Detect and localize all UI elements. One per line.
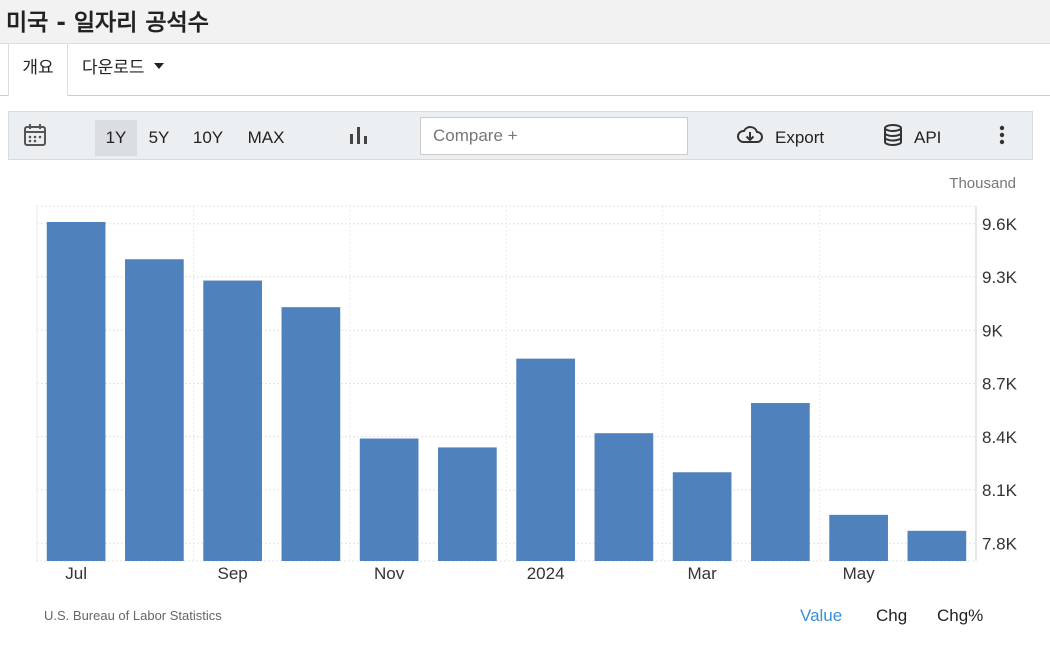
database-icon[interactable]	[880, 122, 906, 148]
range-1y-button[interactable]: 1Y	[95, 120, 137, 156]
bar	[751, 403, 810, 561]
bar-chart-icon[interactable]	[346, 122, 372, 148]
tab-download[interactable]: 다운로드	[82, 44, 164, 95]
export-button[interactable]: Export	[775, 121, 824, 157]
y-tick-label: 8.7K	[982, 375, 1018, 394]
y-tick-label: 7.8K	[982, 534, 1018, 553]
bar	[594, 433, 654, 561]
compare-input[interactable]: Compare +	[420, 117, 688, 155]
bar	[438, 447, 497, 561]
title-bar: 미국 - 일자리 공석수	[0, 0, 1050, 44]
source-label: U.S. Bureau of Labor Statistics	[44, 608, 222, 623]
x-tick-label: Nov	[374, 564, 405, 583]
bar	[281, 307, 341, 561]
y-tick-label: 8.4K	[982, 428, 1018, 447]
y-tick-label: 9.3K	[982, 268, 1018, 287]
range-10y-button[interactable]: 10Y	[187, 120, 229, 156]
calendar-icon[interactable]	[22, 122, 48, 148]
chart-toolbar: 1Y 5Y 10Y MAX Compare + Export API	[8, 111, 1033, 160]
y-tick-label: 8.1K	[982, 481, 1018, 500]
chart-area: Thousand 7.8K 8.1K 8.4K 8.7K 9K 9.3K 9.6K Jul Sep…	[8, 160, 1033, 648]
range-max-button[interactable]: MAX	[240, 120, 292, 156]
api-button[interactable]: API	[914, 121, 941, 157]
bar-chart: Thousand 7.8K 8.1K 8.4K 8.7K 9K 9.3K 9.6K Jul Sep…	[36, 175, 1018, 583]
x-tick-label: Jul	[65, 564, 87, 583]
x-tick-label: 2024	[527, 564, 565, 583]
y-tick-label: 9.6K	[982, 215, 1018, 234]
bar	[125, 259, 184, 561]
bar	[829, 514, 888, 561]
bar	[203, 280, 262, 561]
range-5y-button[interactable]: 5Y	[142, 120, 176, 156]
unit-label: Thousand	[949, 175, 1016, 192]
tabs-row: 개요 다운로드	[0, 44, 1050, 96]
bar	[516, 358, 575, 561]
view-value-tab[interactable]: Value	[800, 606, 842, 626]
bar	[672, 472, 732, 561]
view-chg-tab[interactable]: Chg	[876, 606, 907, 626]
view-chg-pct-tab[interactable]: Chg%	[937, 606, 983, 626]
bar	[907, 530, 967, 561]
more-vertical-icon[interactable]	[995, 122, 1009, 148]
x-tick-label: May	[843, 564, 876, 583]
x-tick-label: Sep	[218, 564, 248, 583]
page-title: 미국 - 일자리 공석수	[6, 10, 209, 36]
bar	[359, 438, 419, 561]
caret-down-icon	[153, 63, 164, 69]
x-tick-label: Mar	[687, 564, 717, 583]
tab-overview[interactable]: 개요	[8, 44, 68, 96]
cloud-download-icon[interactable]	[735, 122, 765, 148]
y-tick-label: 9K	[982, 321, 1003, 340]
bar	[46, 221, 106, 561]
tab-download-label: 다운로드	[82, 58, 145, 78]
